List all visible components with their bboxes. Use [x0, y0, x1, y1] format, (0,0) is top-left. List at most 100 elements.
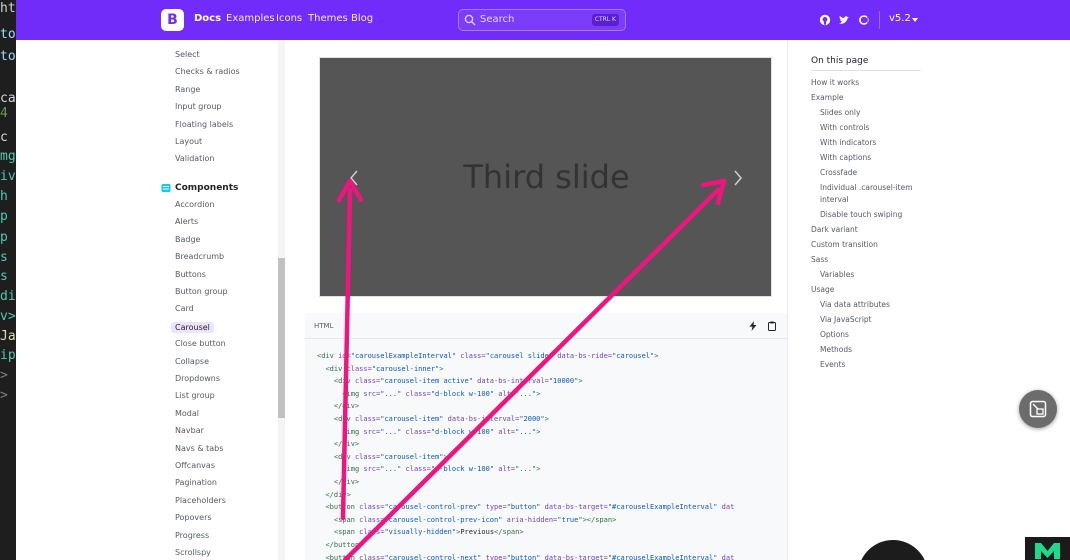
code-token: "carousel slide" [485, 352, 554, 360]
code-line: <span class="visually-hidden">Previous</… [317, 526, 734, 539]
toc-link[interactable]: Dark variant [811, 224, 858, 235]
lightning-icon[interactable] [748, 321, 758, 331]
opencollective-icon[interactable] [858, 14, 870, 26]
code-token: "#carouselExampleInterval" [607, 553, 718, 560]
toc-link[interactable]: Via data attributes [820, 299, 890, 310]
editor-code-fragment: ca [0, 91, 16, 106]
search-icon [464, 14, 476, 26]
code-token: src= [363, 389, 381, 398]
sidebar-item-active[interactable]: Carousel [171, 321, 214, 333]
code-token: <span [333, 515, 360, 524]
sidebar-item[interactable]: Offcanvas [175, 461, 215, 470]
sidebar-item[interactable]: Close button [175, 339, 226, 348]
sidebar-item[interactable]: Dropdowns [175, 374, 220, 383]
sidebar-item[interactable]: Range [175, 85, 200, 94]
components-icon [161, 184, 171, 192]
sidebar-item[interactable]: List group [175, 391, 215, 400]
sidebar-item[interactable]: Card [175, 304, 194, 313]
toc-link[interactable]: Usage [811, 284, 834, 295]
nav-link-themes[interactable]: Themes [308, 13, 348, 24]
toc-link[interactable]: With captions [820, 152, 871, 163]
code-token: id= [338, 352, 351, 360]
search-input[interactable]: Search CTRL K [458, 9, 626, 31]
sidebar-item[interactable]: Button group [175, 287, 228, 296]
toc-link[interactable]: With controls [820, 122, 869, 133]
code-token: class= [359, 503, 385, 512]
version-dropdown[interactable]: v5.2 [889, 13, 911, 24]
toc-link[interactable]: Slides only [820, 107, 860, 118]
toc-link[interactable]: Events [820, 359, 845, 370]
sidebar-item[interactable]: Select [175, 50, 200, 59]
sidebar-item[interactable]: Modal [175, 409, 199, 418]
editor-code-fragment: htm [0, 1, 16, 16]
code-token: </span> [494, 528, 524, 537]
sidebar-item[interactable]: Placeholders [175, 496, 226, 505]
toc-link[interactable]: Variables [820, 269, 854, 280]
sidebar-scrollbar-thumb[interactable] [278, 258, 285, 418]
sidebar-item[interactable]: Popovers [175, 513, 212, 522]
editor-code-fragment: s [0, 250, 8, 265]
toc-link[interactable]: With indicators [820, 137, 876, 148]
toc-link[interactable]: Via JavaScript [820, 314, 872, 325]
code-token: "..." [515, 389, 537, 398]
sidebar-item[interactable]: Alerts [175, 217, 198, 226]
toc-link[interactable]: Methods [820, 344, 852, 355]
toc-link[interactable]: Individual .carousel-item [820, 182, 913, 193]
toc-link[interactable]: Custom transition [811, 239, 878, 250]
toc-link[interactable]: interval [820, 194, 849, 205]
sidebar-item[interactable]: Progress [175, 531, 209, 540]
sidebar-item[interactable]: Pagination [175, 478, 217, 487]
code-token: alt= [494, 427, 516, 436]
sidebar-item[interactable]: Badge [175, 235, 200, 244]
editor-code-fragment: p [0, 230, 8, 245]
code-token: > [654, 352, 659, 360]
code-token: "carousel-control-prev-icon" [384, 515, 503, 524]
carousel-next-icon[interactable] [730, 168, 746, 188]
sidebar-item[interactable]: Scrollspy [175, 548, 211, 557]
code-token: "2000" [519, 414, 545, 423]
floating-exit-fullscreen-button[interactable] [1019, 390, 1057, 428]
sidebar-item[interactable]: Collapse [175, 357, 209, 366]
nav-link-examples[interactable]: Examples [226, 13, 275, 24]
code-line: </div> [317, 476, 734, 489]
code-token: > [439, 364, 444, 373]
nav-link-docs[interactable]: Docs [194, 13, 221, 24]
code-token: class= [401, 427, 431, 436]
code-token: Previous [460, 528, 495, 537]
sidebar-item[interactable]: Input group [175, 102, 222, 111]
toc-link[interactable]: Disable touch swiping [820, 209, 902, 220]
sidebar-item[interactable]: Navs & tabs [175, 444, 223, 453]
code-token: > [536, 427, 541, 436]
toc-link[interactable]: Example [811, 92, 844, 103]
github-icon[interactable] [819, 14, 831, 26]
sidebar-item[interactable]: Layout [175, 137, 202, 146]
toc-link[interactable]: Options [820, 329, 849, 340]
bootstrap-logo-icon[interactable]: B [161, 9, 184, 31]
clipboard-icon[interactable] [767, 321, 777, 331]
nav-link-icons[interactable]: Icons [276, 13, 302, 24]
chevron-down-icon[interactable] [912, 18, 918, 22]
sidebar-item[interactable]: Buttons [175, 270, 206, 279]
sidebar-item[interactable]: Checks & radios [175, 67, 240, 76]
code-token: alt= [494, 465, 516, 474]
toc-link[interactable]: How it works [811, 77, 859, 88]
toc-link[interactable]: Sass [811, 254, 828, 265]
sidebar-item[interactable]: Breadcrumb [175, 252, 224, 261]
nav-link-blog[interactable]: Blog [351, 13, 373, 24]
sidebar-item[interactable]: Validation [175, 154, 215, 163]
editor-code-fragment: p [0, 209, 8, 224]
carousel-prev-icon[interactable] [346, 168, 362, 188]
sidebar-item[interactable]: Navbar [175, 426, 204, 435]
sidebar-item[interactable]: Accordion [175, 200, 214, 209]
code-token: <span [333, 528, 360, 537]
code-token: <button [325, 503, 360, 512]
sidebar-item[interactable]: Floating labels [175, 120, 233, 129]
code-token: class= [359, 553, 385, 560]
toc-link[interactable]: Crossfade [820, 167, 857, 178]
twitter-icon[interactable] [838, 14, 850, 26]
